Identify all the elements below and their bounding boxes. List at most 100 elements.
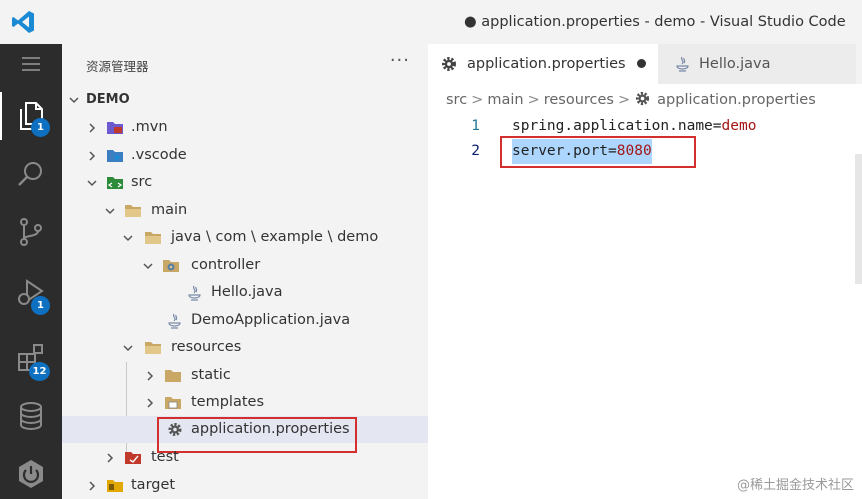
activity-bar: 1 1 12 (0, 44, 62, 499)
tab-label: Hello.java (699, 56, 771, 72)
folder-icon (165, 370, 181, 382)
menu-button[interactable] (0, 44, 62, 84)
src-folder-icon (107, 177, 123, 189)
tree-item-vscode[interactable]: .vscode (62, 142, 428, 169)
tree-item-label: target (131, 477, 176, 493)
tree-item-mvn[interactable]: .mvn (62, 114, 428, 141)
line-number: 2 (471, 143, 480, 159)
chevron-right-icon: > (527, 92, 540, 108)
chevron-right-icon (84, 472, 100, 499)
tab-application-properties[interactable]: application.properties (428, 44, 658, 84)
target-folder-icon (107, 480, 123, 492)
tree-item-label: .vscode (131, 147, 187, 163)
chevron-down-icon (102, 197, 118, 224)
tree-item-label: Hello.java (211, 284, 283, 300)
java-file-icon (168, 313, 181, 329)
chevron-right-icon (102, 444, 118, 471)
tree-item-label: main (151, 202, 188, 218)
folder-open-icon (125, 205, 141, 217)
database-icon (20, 402, 42, 431)
folder-open-icon (145, 342, 161, 354)
controller-folder-icon (163, 260, 179, 272)
window-title: ● application.properties - demo - Visual… (464, 14, 846, 30)
tree-item-demo-application-java[interactable]: DemoApplication.java (62, 307, 428, 334)
tree-item-controller[interactable]: controller (62, 252, 428, 279)
chevron-right-icon (84, 114, 100, 141)
activity-search[interactable] (0, 146, 62, 202)
run-debug-badge: 1 (31, 296, 50, 315)
chevron-right-icon (84, 142, 100, 169)
chevron-right-icon (142, 389, 158, 416)
java-file-icon (676, 56, 689, 72)
explorer-sidebar: 资源管理器 ··· DEMO .mvn .vscode src main jav… (62, 44, 428, 499)
vertical-scrollbar[interactable] (855, 154, 862, 284)
vscode-folder-icon (107, 150, 123, 162)
tree-item-static[interactable]: static (62, 362, 428, 389)
breadcrumb-item[interactable]: resources (544, 92, 614, 108)
folder-open-icon (145, 232, 161, 244)
explorer-header: 资源管理器 ··· (62, 44, 428, 84)
modified-dot-icon[interactable] (637, 59, 646, 68)
breadcrumb-item[interactable]: main (487, 92, 523, 108)
chevron-down-icon (140, 252, 156, 279)
gear-icon (636, 91, 650, 106)
title-bar: ● application.properties - demo - Visual… (0, 0, 862, 44)
tree-item-resources[interactable]: resources (62, 334, 428, 361)
chevron-right-icon (142, 362, 158, 389)
tab-label: application.properties (467, 56, 626, 72)
breadcrumb-item[interactable]: src (446, 92, 467, 108)
tree-item-main[interactable]: main (62, 197, 428, 224)
explorer-title: 资源管理器 (86, 59, 149, 74)
search-icon (18, 162, 42, 186)
chevron-down-icon (66, 86, 82, 113)
tree-item-target[interactable]: target (62, 472, 428, 499)
templates-folder-icon (165, 397, 181, 409)
mvn-folder-icon (107, 122, 123, 134)
explorer-badge: 1 (31, 118, 50, 137)
activity-spring-boot[interactable] (0, 446, 62, 499)
chevron-right-icon: > (618, 92, 631, 108)
tree-item-label: src (131, 174, 153, 190)
highlight-box (500, 136, 696, 168)
chevron-right-icon: > (471, 92, 484, 108)
chevron-down-icon (120, 334, 136, 361)
tree-item-label: DEMO (86, 92, 130, 107)
more-actions-button[interactable]: ··· (390, 50, 410, 71)
chevron-down-icon (120, 224, 136, 251)
watermark: @稀土掘金技术社区 (736, 478, 854, 493)
activity-explorer[interactable]: 1 (0, 88, 62, 144)
activity-database[interactable] (0, 388, 62, 444)
tree-item-label: templates (191, 394, 265, 410)
tab-bar: application.properties Hello.java (428, 44, 862, 84)
tree-item-templates[interactable]: templates (62, 389, 428, 416)
tree-item-java-package[interactable]: java \ com \ example \ demo (62, 224, 428, 251)
tree-item-label: resources (171, 339, 242, 355)
tab-hello-java[interactable]: Hello.java (658, 44, 856, 84)
tree-item-label: controller (191, 257, 261, 273)
breadcrumb-item[interactable]: application.properties (657, 92, 816, 108)
activity-run-debug[interactable]: 1 (0, 264, 62, 320)
equals-sign: = (712, 118, 722, 134)
extensions-badge: 12 (29, 362, 50, 381)
tree-item-label: DemoApplication.java (191, 312, 351, 328)
java-file-icon (188, 285, 201, 301)
tree-item-test[interactable]: test (62, 444, 428, 471)
property-value: demo (721, 118, 757, 134)
tree-item-label: java \ com \ example \ demo (171, 229, 379, 245)
hamburger-menu-icon (22, 57, 40, 71)
gear-icon (442, 57, 456, 71)
property-key: spring.application.name (512, 118, 713, 134)
editor-area: application.properties Hello.java src > ma… (428, 44, 862, 499)
spring-boot-icon (19, 460, 43, 488)
tree-item-label: .mvn (131, 119, 168, 135)
tree-item-label: static (191, 367, 231, 383)
breadcrumb: src > main > resources > application.properti… (446, 90, 816, 110)
tree-root-demo[interactable]: DEMO (62, 86, 428, 113)
line-number: 1 (471, 118, 480, 134)
activity-source-control[interactable] (0, 204, 62, 260)
tree-item-hello-java[interactable]: Hello.java (62, 279, 428, 306)
chevron-down-icon (84, 169, 100, 196)
activity-extensions[interactable]: 12 (0, 330, 62, 386)
test-folder-icon (125, 452, 141, 464)
tree-item-src[interactable]: src (62, 169, 428, 196)
